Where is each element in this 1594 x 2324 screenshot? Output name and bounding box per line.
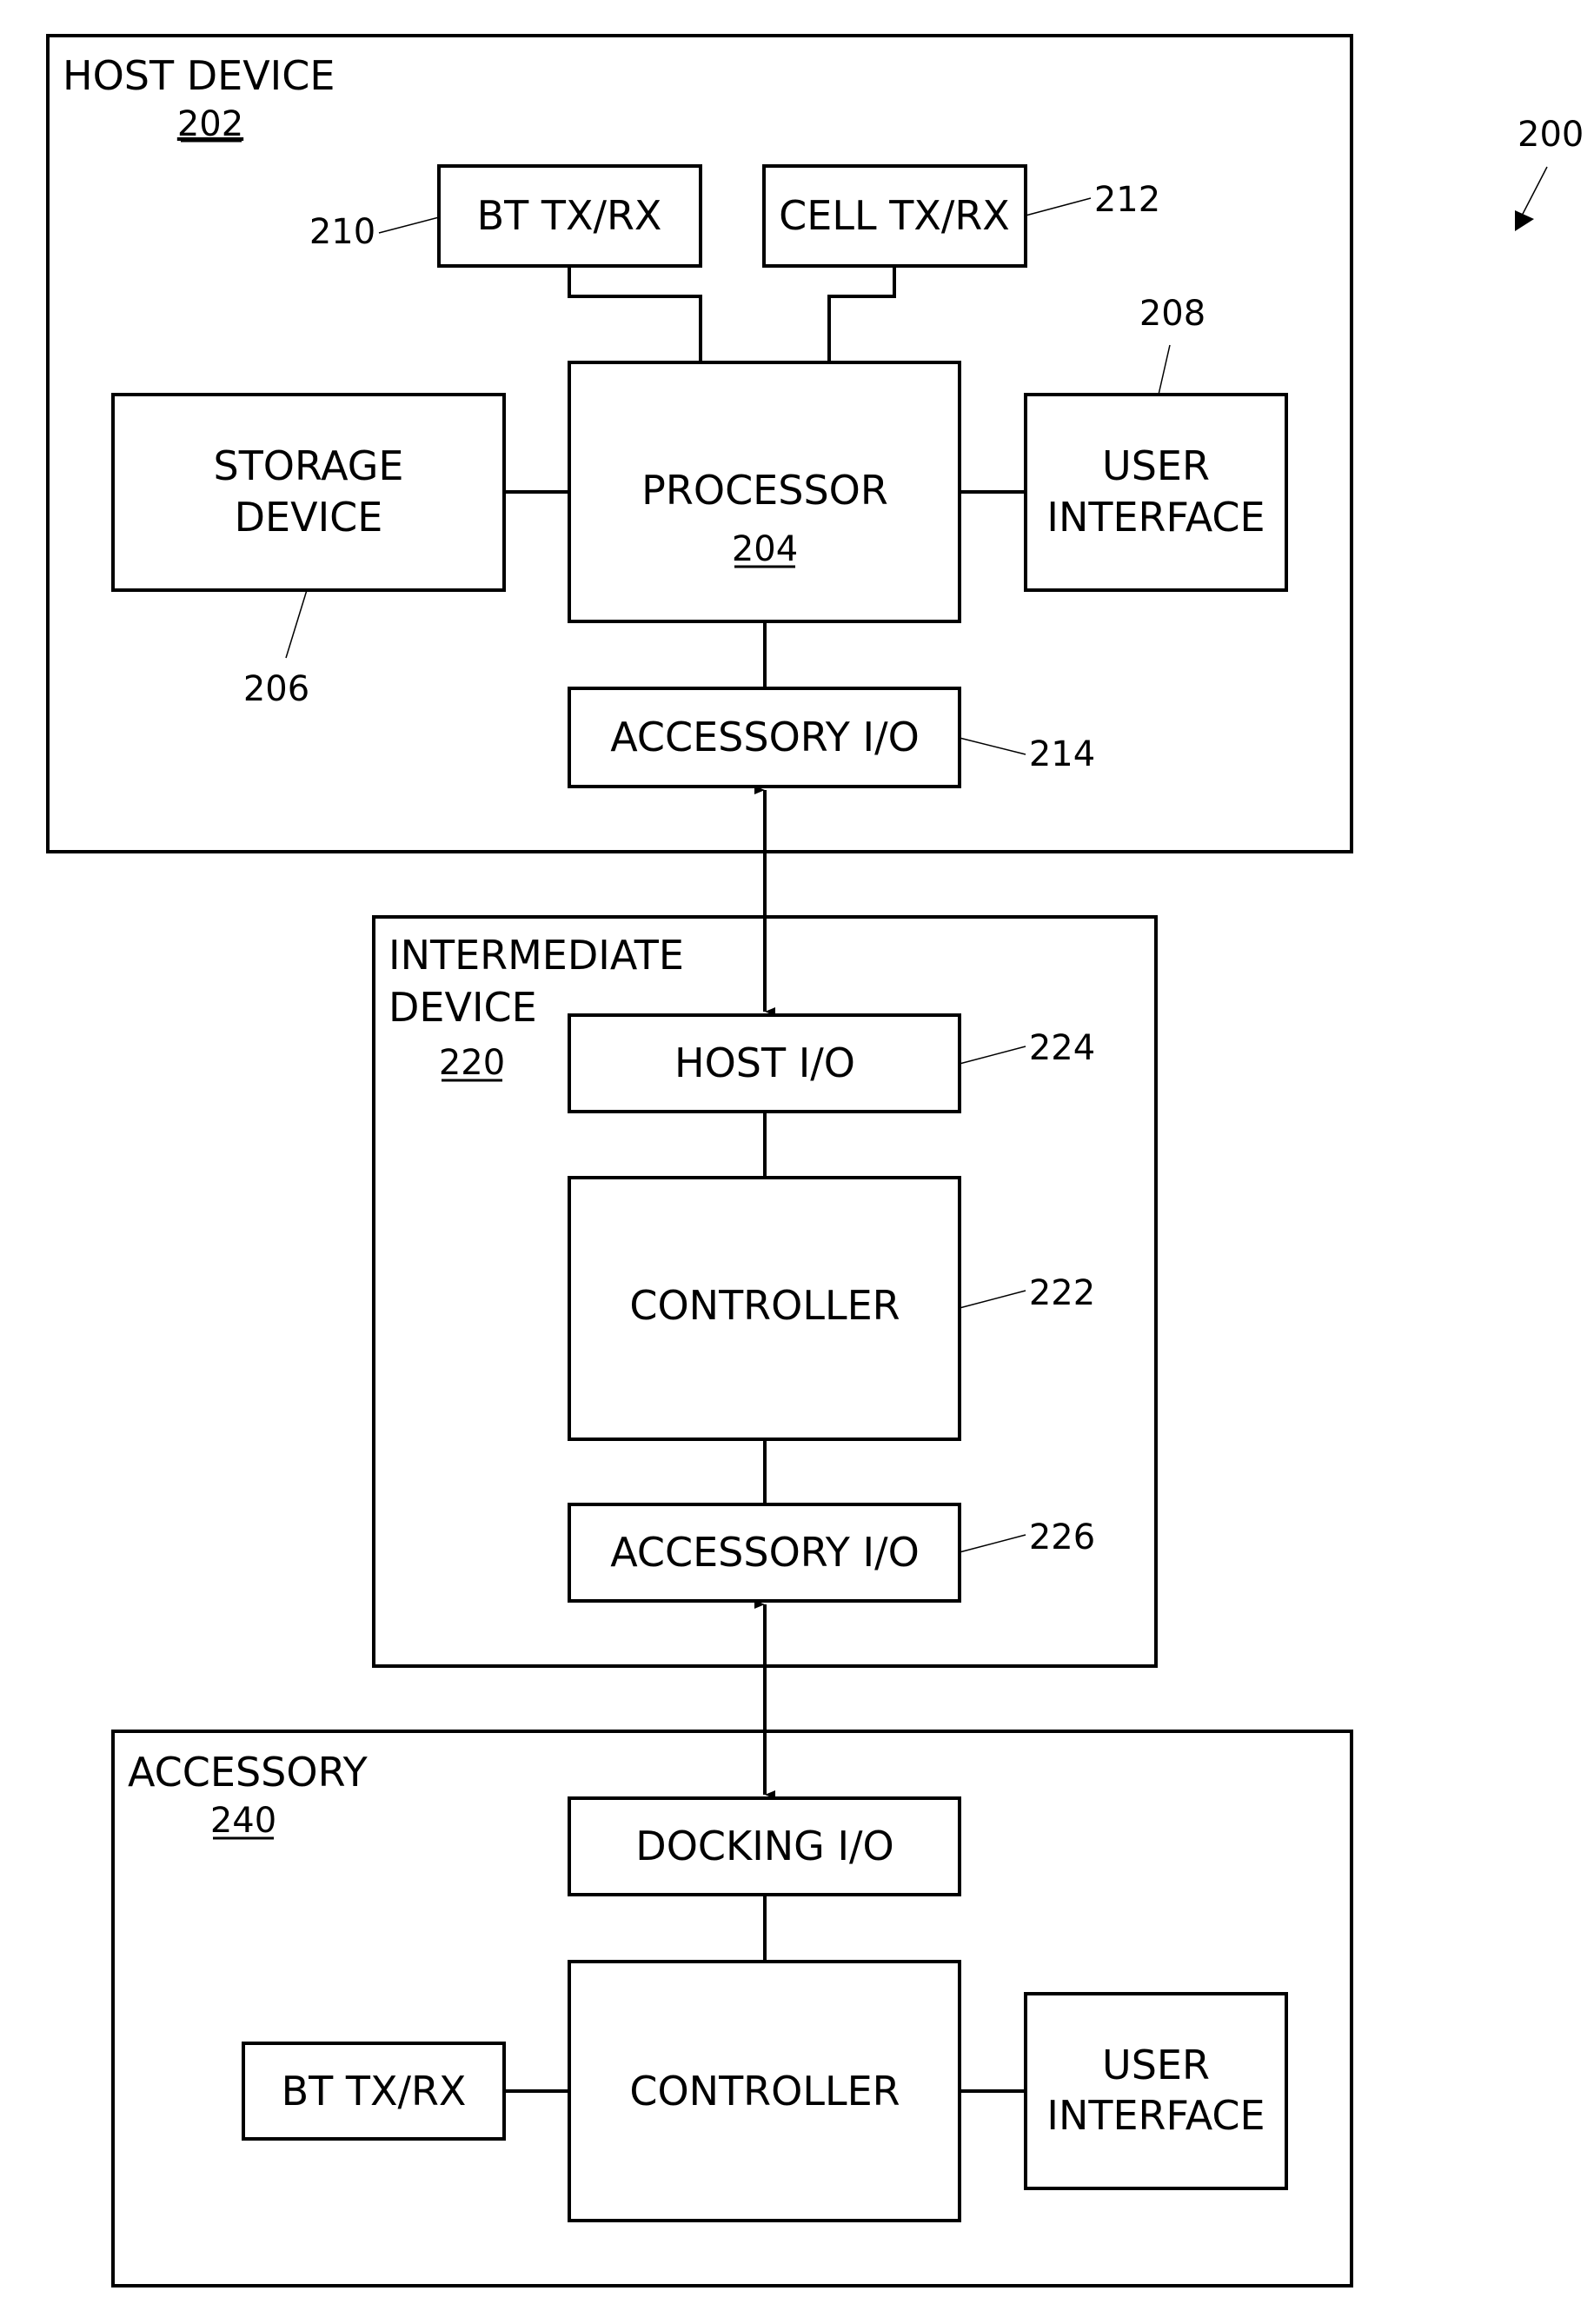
intermediate-host-io-label: HOST I/O xyxy=(674,1039,855,1086)
storage-device-label-line2: DEVICE xyxy=(235,494,383,541)
host-cell-ref: 212 xyxy=(1094,180,1160,220)
accessory-ui-box xyxy=(1024,1992,1288,2190)
storage-device-label-line1: STORAGE xyxy=(214,442,404,489)
intermediate-accessory-io-ref: 226 xyxy=(1029,1517,1095,1557)
accessory-ui-label-line1: USER xyxy=(1102,2042,1210,2088)
host-device: HOST DEVICE 202 BT TX/RX 210 CELL TX/RX … xyxy=(46,34,1353,853)
storage-device-ref: 206 xyxy=(243,669,309,709)
intermediate-device: INTERMEDIATE DEVICE 220 HOST I/O 224 CON… xyxy=(372,915,1158,1668)
figure-ref-arrow-icon xyxy=(1515,210,1534,231)
intermediate-controller-leader xyxy=(959,1290,1026,1309)
accessory: ACCESSORY 240 DOCKING I/O CONTROLLER BT … xyxy=(111,1730,1353,2287)
block-diagram: 200 HOST DEVICE 202 BT TX/RX 210 CELL TX… xyxy=(46,34,1584,2287)
host-accessory-io-label: ACCESSORY I/O xyxy=(610,714,920,760)
host-ui-box xyxy=(1024,393,1288,592)
intermediate-controller-label: CONTROLLER xyxy=(629,1282,900,1329)
host-ui-label-line1: USER xyxy=(1102,442,1210,489)
intermediate-host-io-leader xyxy=(959,1046,1026,1065)
figure-ref-leader xyxy=(1520,166,1548,218)
host-cell-label: CELL TX/RX xyxy=(779,192,1010,239)
intermediate-device-ref: 220 xyxy=(439,1043,505,1083)
intermediate-accessory-io-label: ACCESSORY I/O xyxy=(610,1529,920,1576)
processor-label: PROCESSOR xyxy=(641,467,888,514)
intermediate-device-title-line2: DEVICE xyxy=(389,984,537,1031)
intermediate-device-title-line1: INTERMEDIATE xyxy=(389,932,684,979)
host-accessory-io-ref: 214 xyxy=(1029,734,1095,774)
intermediate-controller-ref: 222 xyxy=(1029,1273,1095,1313)
figure-ref-label: 200 xyxy=(1518,115,1584,155)
processor-ref: 204 xyxy=(732,529,798,569)
accessory-ui-label-line2: INTERFACE xyxy=(1046,2092,1265,2139)
accessory-title: ACCESSORY xyxy=(128,1749,369,1796)
accessory-controller-label: CONTROLLER xyxy=(629,2068,900,2115)
host-bt-ref: 210 xyxy=(309,212,375,252)
host-device-ref: 202 xyxy=(177,104,243,144)
host-device-title: HOST DEVICE xyxy=(63,52,335,99)
host-ui-label-line2: INTERFACE xyxy=(1046,494,1265,541)
docking-io-label: DOCKING I/O xyxy=(635,1823,893,1869)
accessory-bt-label: BT TX/RX xyxy=(282,2068,467,2115)
host-bt-label: BT TX/RX xyxy=(477,192,662,239)
intermediate-host-io-ref: 224 xyxy=(1029,1028,1095,1068)
intermediate-accessory-io-leader xyxy=(959,1534,1026,1553)
host-ui-ref: 208 xyxy=(1139,294,1205,334)
accessory-ref: 240 xyxy=(210,1801,276,1841)
storage-device-box xyxy=(111,393,506,592)
